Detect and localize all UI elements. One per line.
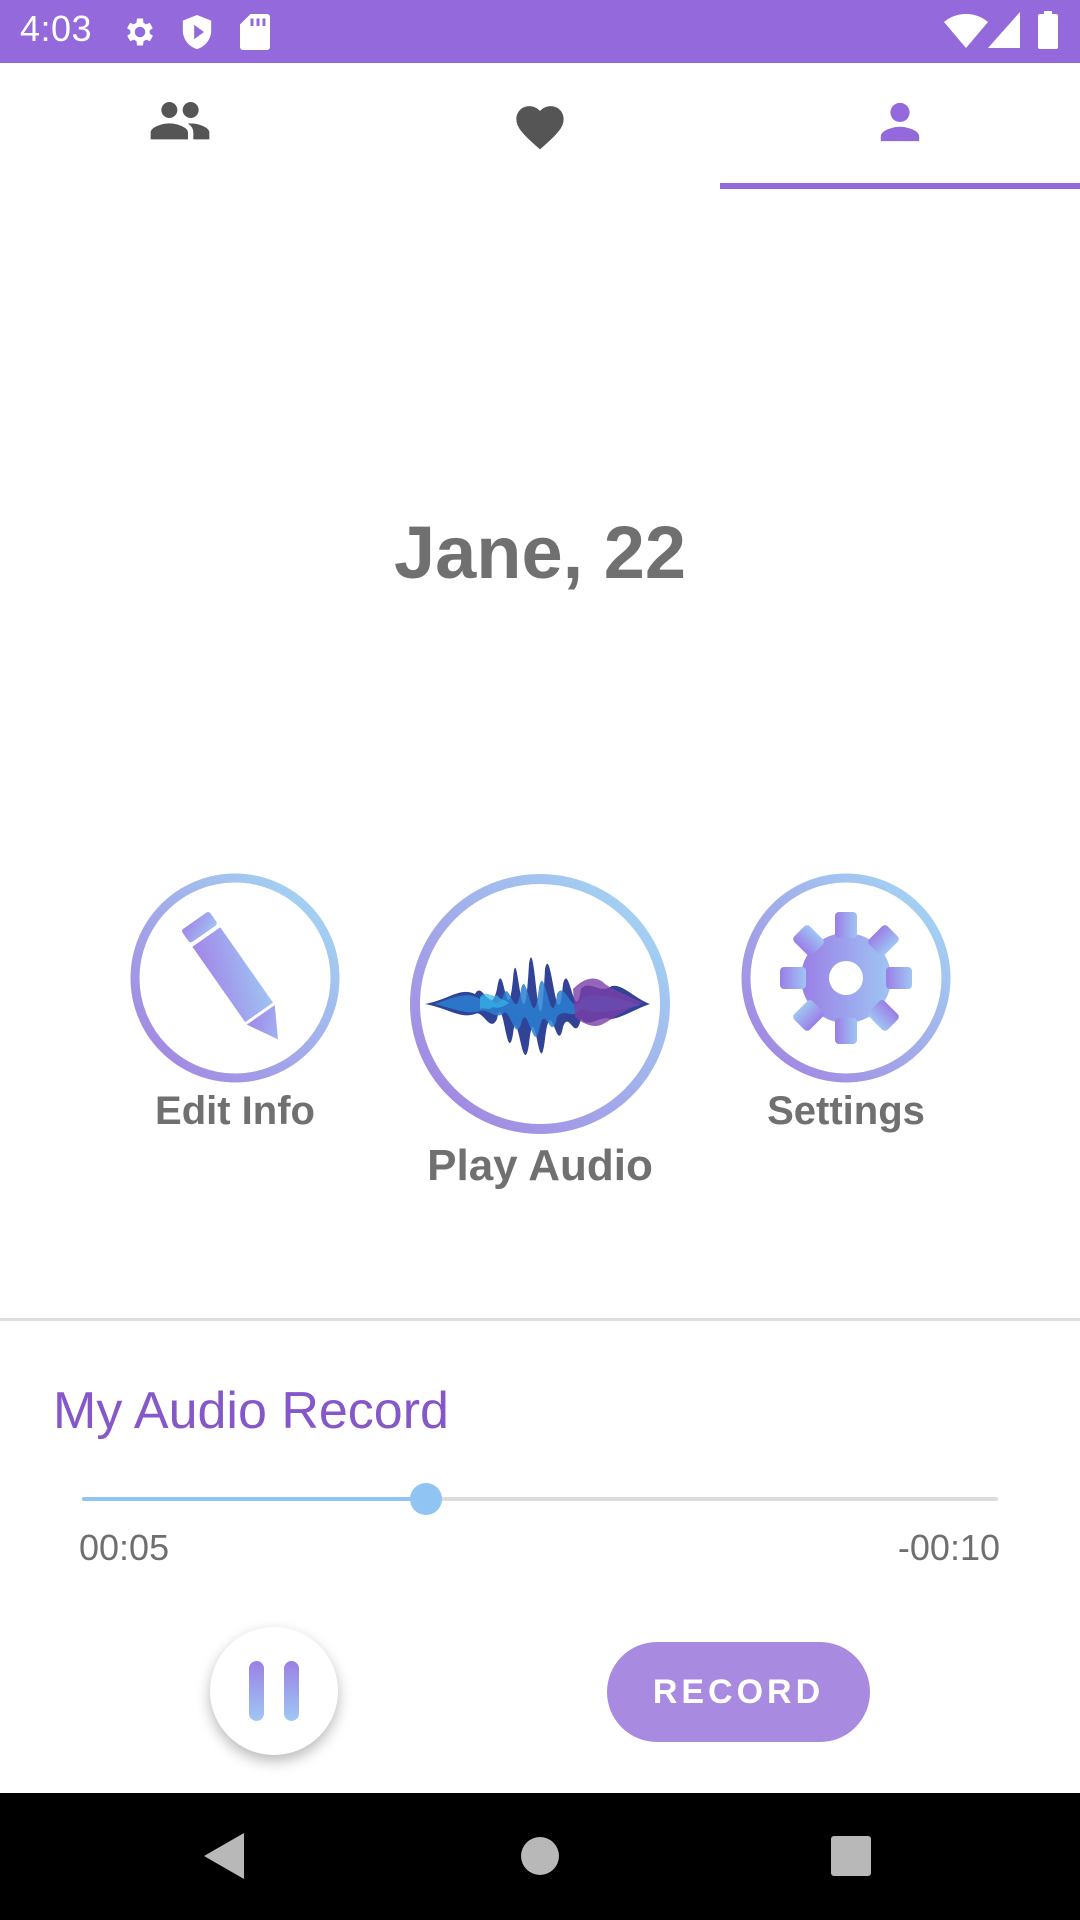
pencil-icon [130, 873, 340, 1083]
recents-icon[interactable] [831, 1836, 871, 1876]
time-remaining: -00:10 [897, 1527, 1000, 1568]
slider-progress [82, 1497, 426, 1501]
audio-seek-slider[interactable] [82, 1483, 998, 1515]
pause-button[interactable] [210, 1627, 338, 1755]
tab-favorites[interactable] [360, 63, 720, 188]
status-bar: 4:03 [0, 0, 1080, 63]
settings-button[interactable]: Settings [739, 871, 953, 1141]
play-audio-label: Play Audio [427, 1141, 653, 1190]
battery-icon [1038, 11, 1058, 49]
shield-icon [182, 15, 212, 49]
tab-profile[interactable] [720, 63, 1080, 188]
settings-label: Settings [767, 1089, 925, 1133]
record-button[interactable]: RECORD [607, 1642, 870, 1742]
back-icon[interactable] [204, 1833, 244, 1879]
status-time: 4:03 [20, 8, 93, 49]
play-audio-button[interactable]: Play Audio [405, 869, 675, 1199]
navigation-bar [0, 1793, 1080, 1920]
tab-people[interactable] [0, 63, 360, 188]
audio-record-title: My Audio Record [53, 1382, 449, 1440]
wifi-icon [944, 14, 988, 48]
edit-info-button[interactable]: Edit Info [128, 871, 342, 1141]
slider-thumb[interactable] [409, 1483, 442, 1515]
heart-icon [516, 106, 564, 150]
tab-indicator [720, 183, 1080, 189]
home-icon[interactable] [520, 1836, 560, 1876]
divider [0, 1318, 1080, 1321]
screen: 4:03 Jane, 22 Edit Info Play Audio Setti… [0, 0, 1080, 1920]
profile-name: Jane, 22 [393, 511, 687, 594]
sd-card-icon [240, 14, 270, 50]
signal-icon [988, 12, 1020, 48]
settings-icon [127, 18, 153, 46]
soundwave-icon [410, 874, 670, 1134]
edit-info-label: Edit Info [155, 1089, 315, 1133]
gear-icon [741, 873, 951, 1083]
people-icon [150, 102, 210, 140]
time-elapsed: 00:05 [79, 1527, 170, 1568]
person-icon [880, 102, 920, 142]
